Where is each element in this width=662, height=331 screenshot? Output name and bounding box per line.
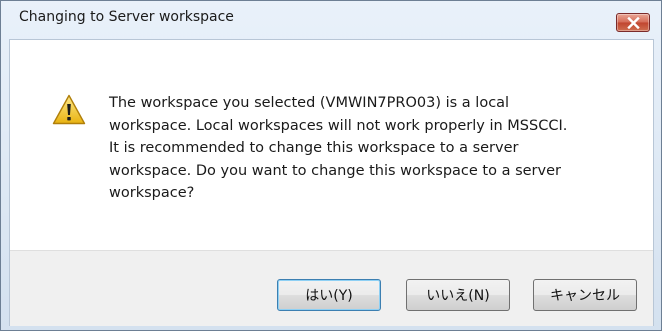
no-button[interactable]: いいえ(N) xyxy=(406,279,510,311)
button-bar: はい(Y) いいえ(N) キャンセル xyxy=(10,250,653,326)
warning-icon xyxy=(52,94,86,125)
yes-button[interactable]: はい(Y) xyxy=(277,279,381,311)
cancel-button[interactable]: キャンセル xyxy=(533,279,637,311)
dialog-window: Changing to Server workspace The workspa… xyxy=(0,0,662,331)
window-title: Changing to Server workspace xyxy=(19,9,234,25)
dialog-message: The workspace you selected (VMWIN7PRO03)… xyxy=(109,95,568,201)
dialog-body: The workspace you selected (VMWIN7PRO03)… xyxy=(9,39,654,326)
title-bar[interactable]: Changing to Server workspace xyxy=(1,1,661,35)
close-icon xyxy=(627,17,640,29)
message-area: The workspace you selected (VMWIN7PRO03)… xyxy=(10,40,653,250)
close-button[interactable] xyxy=(616,13,650,32)
